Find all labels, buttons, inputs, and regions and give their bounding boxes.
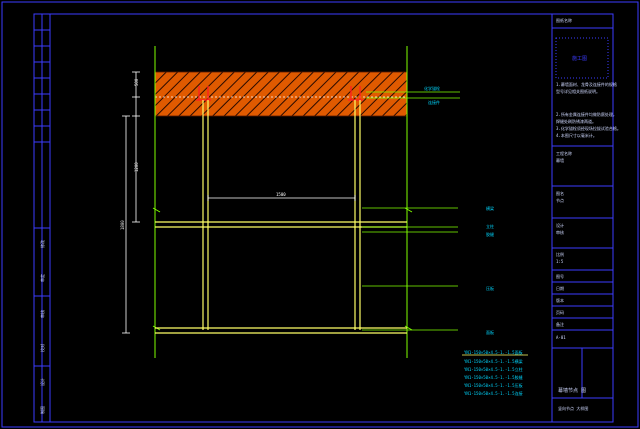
legend-item: YN1-150×50×4.5-1.-1.5压板 bbox=[464, 382, 523, 388]
cad-drawing-sheet: 修改 审定 审核 校对 设计 制图 图纸名称 1.幕墙面材、龙骨及连接件的规格 … bbox=[1, 1, 639, 428]
strip-label: 修改 bbox=[39, 240, 45, 248]
concrete-slab bbox=[154, 71, 408, 117]
note-line: 3.化学锚栓须经现场拉拔试验合格。 bbox=[556, 125, 621, 131]
dimension-label: 1800 bbox=[120, 220, 125, 230]
stack-item: 备注 bbox=[556, 321, 564, 327]
field-value: 审核 bbox=[556, 229, 564, 235]
field-label: 图名 bbox=[556, 190, 564, 196]
note-line: 4.本图尺寸以毫米计。 bbox=[556, 132, 597, 138]
note-line: 型号详见相关图纸说明。 bbox=[556, 88, 600, 94]
drawing-number: 幕墙节点 图 bbox=[558, 387, 586, 394]
strip-label: 审核 bbox=[39, 310, 45, 318]
stamp-label: 施工图 bbox=[572, 55, 587, 62]
callout-label: 横梁 bbox=[486, 205, 494, 211]
field-value: 节点 bbox=[556, 197, 564, 203]
field-label: 设计 bbox=[556, 222, 564, 228]
strip-label: 审定 bbox=[39, 274, 45, 282]
outer-frame bbox=[1, 1, 639, 428]
dimension-label: 1500 bbox=[276, 192, 286, 197]
left-revision-strip bbox=[34, 14, 50, 422]
callout-label: 压板 bbox=[486, 285, 494, 291]
field-label: 工程名称 bbox=[556, 150, 572, 156]
field-label: 比例 bbox=[556, 251, 564, 257]
note-line: 2.所有金属连接件均做防腐处理， bbox=[556, 111, 617, 117]
stack-item: 日期 bbox=[556, 285, 564, 291]
callout-label: 胶缝 bbox=[486, 231, 494, 237]
right-callout-leaders bbox=[362, 207, 458, 331]
strip-label: 校对 bbox=[39, 344, 45, 352]
strip-label: 设计 bbox=[39, 378, 45, 386]
legend-item: YN1-150×50×4.5-1.-1.5面板 bbox=[464, 349, 523, 355]
legend-item: YN1-150×50×4.5-1.-1.5立柱 bbox=[464, 366, 523, 372]
legend-item: YN1-150×50×4.5-1.-1.5胶缝 bbox=[464, 374, 523, 380]
stack-item: 页码 bbox=[556, 309, 564, 315]
field-value: 幕墙 bbox=[556, 157, 564, 163]
note-line: 焊缝处刷防锈漆两道。 bbox=[556, 118, 596, 124]
dimension-vertical bbox=[122, 71, 140, 334]
callout-label: 化学锚栓 bbox=[424, 85, 440, 91]
field-value: 1:5 bbox=[556, 259, 564, 264]
stack-item: A-01 bbox=[556, 335, 566, 340]
dimension-label: 1200 bbox=[134, 162, 139, 172]
note-line: 1.幕墙面材、龙骨及连接件的规格 bbox=[556, 81, 617, 87]
title-block-header: 图纸名称 bbox=[556, 17, 572, 23]
stack-item: 图号 bbox=[556, 273, 564, 279]
strip-label: 制图 bbox=[39, 406, 45, 414]
callout-label: 连接件 bbox=[428, 99, 440, 105]
callout-label: 立柱 bbox=[486, 223, 494, 229]
legend-item: YN1-150×50×4.5-1.-1.5横梁 bbox=[464, 358, 523, 364]
stack-item: 版本 bbox=[556, 297, 564, 303]
callout-label: 面板 bbox=[486, 329, 494, 335]
title-block-footer: 竖向节点 大样图 bbox=[558, 405, 588, 411]
legend-item: YN1-150×50×4.5-1.-1.5连接 bbox=[464, 390, 523, 396]
dimension-label: 500 bbox=[134, 78, 139, 86]
mullions bbox=[155, 100, 407, 334]
